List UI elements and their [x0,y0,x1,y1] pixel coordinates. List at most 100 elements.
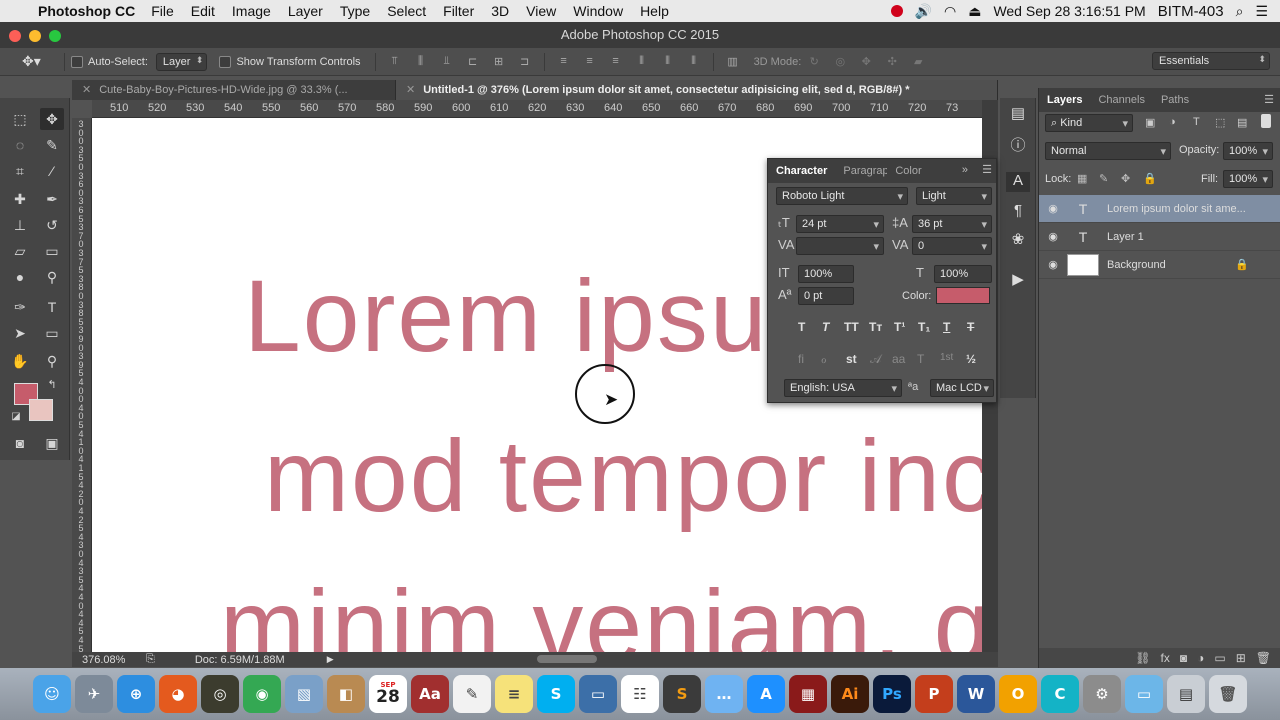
photobooth-icon[interactable]: ▦ [789,675,827,713]
distribute-middle-icon[interactable]: ≡ [582,55,598,69]
quick-mask-icon[interactable]: ◙ [8,432,32,454]
reminders-icon[interactable]: ☷ [621,675,659,713]
stamp-tool-icon[interactable]: ⊥ [8,214,32,236]
history-panel-icon[interactable]: ▤ [1006,104,1030,124]
info-panel-icon[interactable]: ⓘ [1006,134,1030,154]
menu-help[interactable]: Help [640,3,669,19]
blur-tool-icon[interactable]: ● [8,266,32,288]
textedit-icon[interactable]: ✎ [453,675,491,713]
font-family-dropdown[interactable]: Roboto Light [776,187,908,205]
layer-name[interactable]: Background [1107,259,1166,271]
auto-select-checkbox[interactable]: Auto-Select: [71,55,148,68]
clock[interactable]: Wed Sep 28 3:16:51 PM [993,3,1145,19]
preview-icon[interactable]: ▧ [285,675,323,713]
tab-character[interactable]: Character [768,165,835,177]
subscript-button[interactable]: T₁ [918,320,930,334]
network-folder-icon[interactable]: ▤ [1167,675,1205,713]
swap-colors-icon[interactable]: ↰ [40,374,64,396]
antialias-dropdown[interactable]: Mac LCD [930,379,994,397]
eraser-tool-icon[interactable]: ▱ [8,240,32,262]
layer-row-background[interactable]: ◉ Background 🔒 [1039,251,1280,279]
tab-color[interactable]: Color [887,165,929,177]
network-icon[interactable]: ◎ [201,675,239,713]
background-color-swatch[interactable] [29,399,53,421]
eject-icon[interactable]: ⏏ [968,3,981,20]
distribute-bottom-icon[interactable]: ≡ [608,55,624,69]
fractions-button[interactable]: ½ [966,352,976,366]
powerpoint-icon[interactable]: P [915,675,953,713]
lock-image-icon[interactable]: ✎ [1099,172,1108,185]
pen-tool-icon[interactable]: ✑ [8,296,32,318]
layer-filter-dropdown[interactable]: ⌕ Kind [1045,114,1133,132]
crop-tool-icon[interactable]: ⌗ [8,160,32,182]
adjustment-layer-icon[interactable]: ◑ [1197,651,1204,665]
visibility-eye-icon[interactable]: ◉ [1039,202,1067,215]
finder-icon[interactable]: ☺ [33,675,71,713]
paragraph-panel-icon[interactable]: ¶ [1006,202,1030,222]
filter-shape-icon[interactable]: ⬚ [1215,116,1225,129]
panel-menu-icon[interactable]: ☰ [982,163,992,176]
align-top-icon[interactable]: ⫪ [387,55,403,69]
menu-image[interactable]: Image [232,3,271,19]
status-menu-arrow-icon[interactable]: ▶ [327,654,334,665]
calendar-icon[interactable]: SEP 28 [369,675,407,713]
opacity-field[interactable]: 100% [1223,142,1273,160]
move-tool-icon[interactable]: ✥ [40,108,64,130]
photoshop-icon[interactable]: Ps [873,675,911,713]
titling-alternates-button[interactable]: T [917,352,924,366]
path-select-tool-icon[interactable]: ➤ [8,322,32,344]
horizontal-scale-field[interactable]: 100% [934,265,992,283]
discretionary-ligatures-button[interactable]: st [846,352,857,366]
distribute-top-icon[interactable]: ≡ [556,55,572,69]
history-brush-tool-icon[interactable]: ↺ [40,214,64,236]
distribute-right-icon[interactable]: ⦀ [686,55,702,69]
tab-untitled-1[interactable]: ✕ Untitled-1 @ 376% (Lorem ipsum dolor si… [396,80,998,100]
zoom-level[interactable]: 376.08% [82,654,136,666]
auto-align-icon[interactable]: ▥ [725,55,741,69]
menu-edit[interactable]: Edit [191,3,215,19]
swash-button[interactable]: 𝒜 [870,352,881,367]
illustrator-icon[interactable]: Ai [831,675,869,713]
font-style-dropdown[interactable]: Light [916,187,992,205]
superscript-button[interactable]: T¹ [894,320,905,334]
workspace-dropdown[interactable]: Essentials [1152,52,1270,70]
healing-tool-icon[interactable]: ✚ [8,188,32,210]
gradient-tool-icon[interactable]: ▭ [40,240,64,262]
close-window-button[interactable] [9,30,21,42]
align-right-icon[interactable]: ⊐ [517,55,533,69]
align-bottom-icon[interactable]: ⫫ [439,55,455,69]
default-colors-icon[interactable]: ◪ [4,406,28,428]
spotlight-icon[interactable]: ⌕ [1236,3,1244,20]
align-middle-icon[interactable]: ⫼ [413,55,429,69]
tab-layers[interactable]: Layers [1039,94,1090,106]
notes-icon[interactable]: ≡ [495,675,533,713]
safari-icon[interactable]: ⊕ [117,675,155,713]
ligatures-button[interactable]: fi [798,352,804,366]
language-dropdown[interactable]: English: USA [784,379,902,397]
filter-pixel-icon[interactable]: ▣ [1145,116,1155,129]
menu-select[interactable]: Select [387,3,426,19]
add-mask-icon[interactable]: ◙ [1180,651,1187,665]
visibility-eye-icon[interactable]: ◉ [1039,258,1067,271]
font-size-field[interactable]: 24 pt [796,215,884,233]
type-tool-icon[interactable]: T [40,296,64,318]
filter-toggle-icon[interactable] [1261,114,1271,128]
tab-channels[interactable]: Channels [1090,94,1152,106]
layer-row-layer-1[interactable]: ◉ T Layer 1 [1039,223,1280,251]
color-panel-icon[interactable]: ❀ [1006,230,1030,250]
quick-select-tool-icon[interactable]: ✎ [40,134,64,156]
panel-menu-icon[interactable]: ☰ [1264,93,1274,106]
transform-controls-checkbox[interactable]: Show Transform Controls [219,55,361,68]
dictionary-icon[interactable]: Aa [411,675,449,713]
word-icon[interactable]: W [957,675,995,713]
lasso-tool-icon[interactable]: ◌ [8,134,32,156]
c-icon[interactable]: C [1041,675,1079,713]
baseline-shift-field[interactable]: 0 pt [798,287,854,305]
messages-icon[interactable]: … [705,675,743,713]
3d-slide-icon[interactable]: ✣ [884,55,900,69]
3d-pan-icon[interactable]: ✥ [858,55,874,69]
trash-icon[interactable]: 🗑 [1209,675,1247,713]
strikethrough-button[interactable]: T [967,320,974,334]
tab-paragraph[interactable]: Paragraph [835,165,887,177]
horizontal-scrollbar[interactable] [537,655,597,663]
